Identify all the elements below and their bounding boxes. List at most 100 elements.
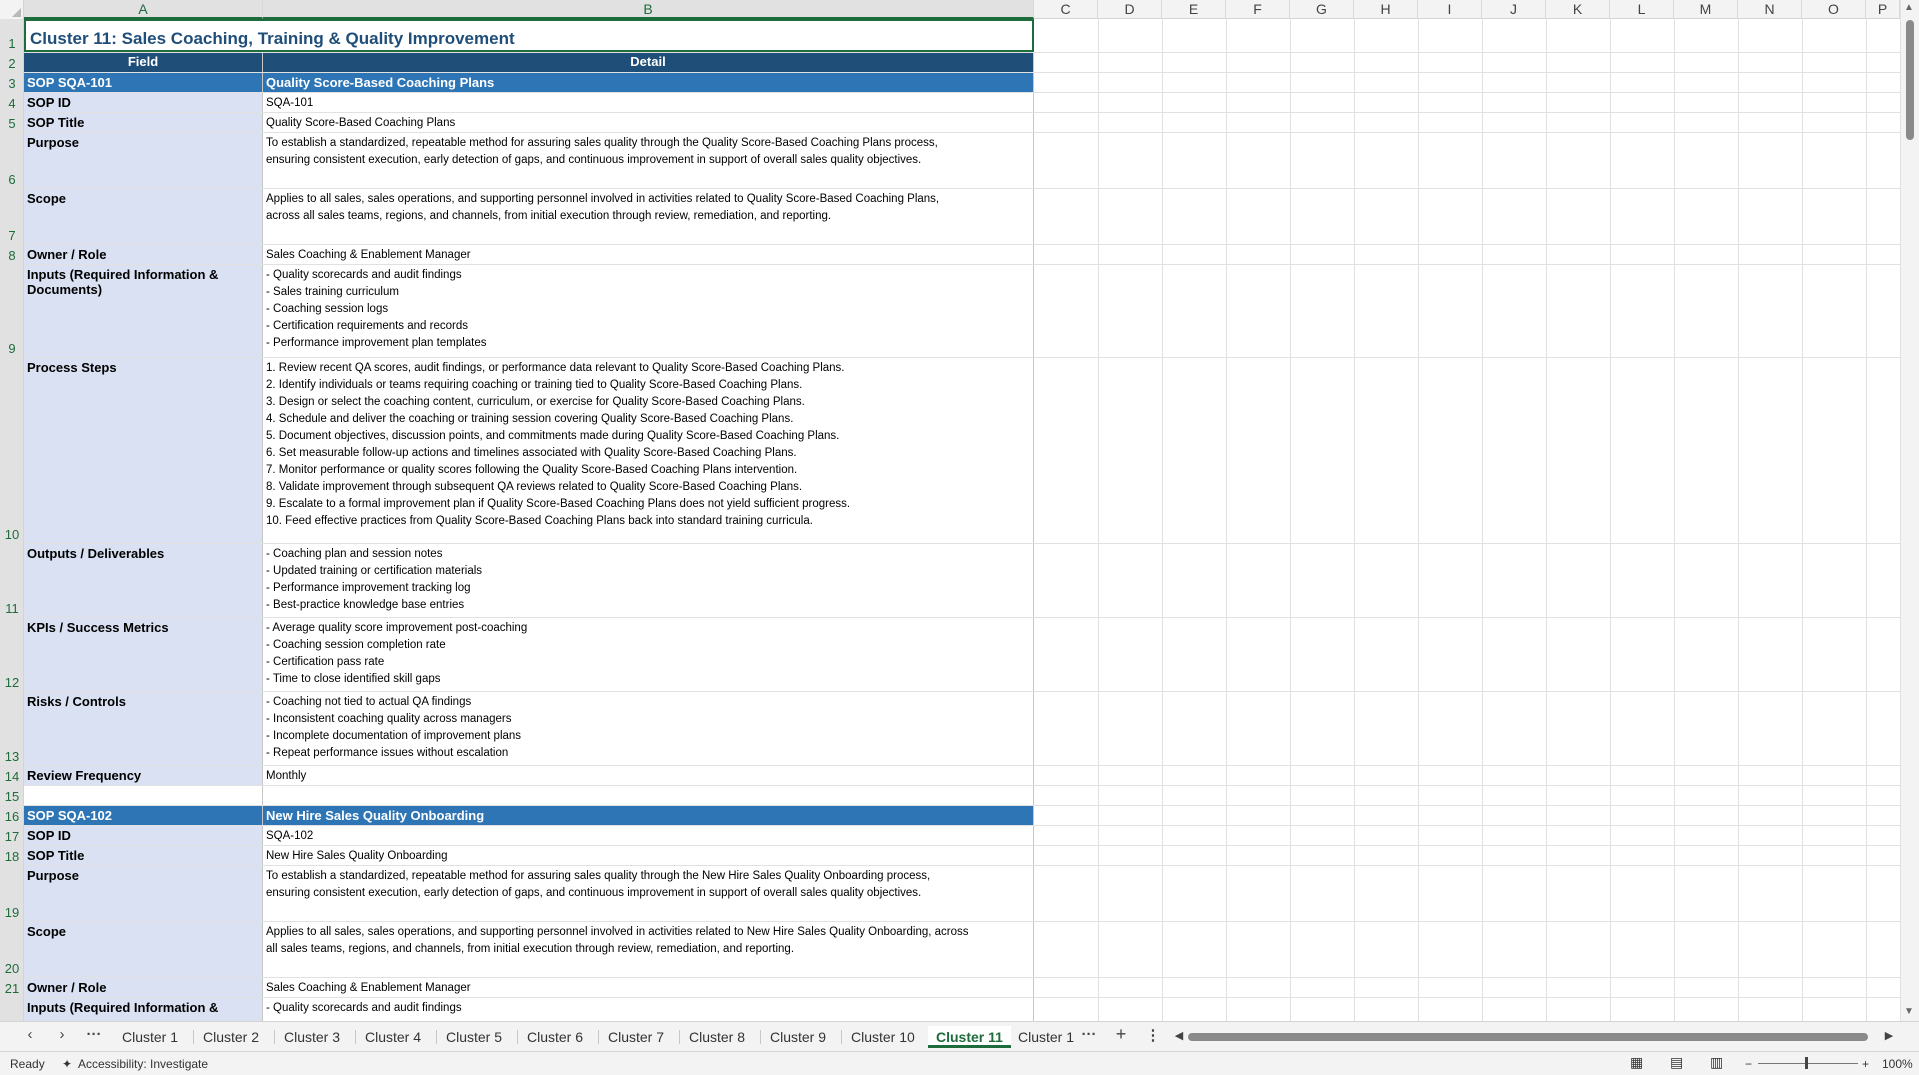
label-cell[interactable]: Purpose	[24, 866, 263, 921]
column-header-j[interactable]: J	[1482, 0, 1546, 19]
row-header-1[interactable]: 1	[0, 19, 23, 53]
sheet-tab-cluster-9[interactable]: Cluster 9	[762, 1026, 834, 1048]
label-cell[interactable]: Process Steps	[24, 358, 263, 543]
sop-banner-title-cell[interactable]: New Hire Sales Quality Onboarding	[263, 806, 1034, 825]
value-cell[interactable]: To establish a standardized, repeatable …	[263, 133, 1034, 188]
row-header-4[interactable]: 4	[0, 93, 23, 113]
column-header-d[interactable]: D	[1098, 0, 1162, 19]
row-header-19[interactable]: 19	[0, 866, 23, 922]
header-field-cell[interactable]: Field	[24, 53, 263, 72]
value-cell[interactable]: - Coaching plan and session notes - Upda…	[263, 544, 1034, 617]
row-header-7[interactable]: 7	[0, 189, 23, 245]
row-header-16[interactable]: 16	[0, 806, 23, 826]
row-header-14[interactable]: 14	[0, 766, 23, 786]
column-header-g[interactable]: G	[1290, 0, 1354, 19]
row-header-12[interactable]: 12	[0, 618, 23, 692]
sheet-options-icon[interactable]: ⋮	[1140, 1026, 1166, 1044]
row-header-21[interactable]: 21	[0, 978, 23, 998]
value-cell[interactable]: Applies to all sales, sales operations, …	[263, 189, 1034, 244]
label-cell[interactable]: Risks / Controls	[24, 692, 263, 765]
column-header-l[interactable]: L	[1610, 0, 1674, 19]
label-cell[interactable]: SOP Title	[24, 113, 263, 132]
value-cell[interactable]: Quality Score-Based Coaching Plans	[263, 113, 1034, 132]
sop-banner-title-cell[interactable]: Quality Score-Based Coaching Plans	[263, 73, 1034, 92]
label-cell[interactable]: Purpose	[24, 133, 263, 188]
column-header-o[interactable]: O	[1802, 0, 1866, 19]
value-cell[interactable]: Sales Coaching & Enablement Manager	[263, 245, 1034, 264]
scroll-up-arrow-icon[interactable]: ▲	[1904, 2, 1914, 13]
sheet-tab-cluster-1[interactable]: Cluster 1	[114, 1026, 186, 1048]
value-cell[interactable]: - Coaching not tied to actual QA finding…	[263, 692, 1034, 765]
value-cell[interactable]: To establish a standardized, repeatable …	[263, 866, 1034, 921]
row-header-22[interactable]: 22	[0, 998, 23, 1021]
row-header-2[interactable]: 2	[0, 53, 23, 73]
label-cell[interactable]: Inputs (Required Information &	[24, 998, 263, 1021]
label-cell[interactable]: Owner / Role	[24, 978, 263, 997]
sheet-tab-cluster-6[interactable]: Cluster 6	[519, 1026, 591, 1048]
zoom-slider-thumb[interactable]	[1805, 1057, 1808, 1069]
sheet-tab-cluster-2[interactable]: Cluster 2	[195, 1026, 267, 1048]
sheet-tab-cluster-5[interactable]: Cluster 5	[438, 1026, 510, 1048]
column-header-a[interactable]: A	[24, 0, 263, 19]
row-header-18[interactable]: 18	[0, 846, 23, 866]
vertical-scrollbar[interactable]: ▲ ▼	[1900, 0, 1919, 1021]
sop-banner-id-cell[interactable]: SOP SQA-101	[24, 73, 263, 92]
accessibility-icon[interactable]: ✦	[62, 1057, 72, 1071]
column-header-e[interactable]: E	[1162, 0, 1226, 19]
sheet-tab-cluster-10[interactable]: Cluster 10	[843, 1026, 923, 1048]
sheet-tab-cluster-8[interactable]: Cluster 8	[681, 1026, 753, 1048]
label-cell[interactable]: SOP Title	[24, 846, 263, 865]
zoom-level[interactable]: 100%	[1882, 1057, 1913, 1071]
more-sheets-left-icon[interactable]: ···	[81, 1026, 107, 1043]
column-header-f[interactable]: F	[1226, 0, 1290, 19]
row-header-17[interactable]: 17	[0, 826, 23, 846]
column-header-b[interactable]: B	[263, 0, 1034, 19]
sheet-tab-cluster-1-duplicate[interactable]: Cluster 1	[1010, 1026, 1082, 1048]
value-cell[interactable]: - Quality scorecards and audit findings	[263, 998, 1034, 1021]
zoom-out-icon[interactable]: −	[1745, 1057, 1752, 1071]
value-cell[interactable]: 1. Review recent QA scores, audit findin…	[263, 358, 1034, 543]
cell-grid[interactable]: Cluster 11: Sales Coaching, Training & Q…	[24, 19, 1900, 1021]
sheet-tab-cluster-11[interactable]: Cluster 11	[928, 1026, 1011, 1048]
label-cell[interactable]: SOP ID	[24, 826, 263, 845]
page-break-preview-icon[interactable]: ▥	[1710, 1054, 1723, 1071]
select-all-corner[interactable]	[0, 0, 24, 19]
header-detail-cell[interactable]: Detail	[263, 53, 1034, 72]
row-header-9[interactable]: 9	[0, 265, 23, 358]
column-header-h[interactable]: H	[1354, 0, 1418, 19]
row-header-8[interactable]: 8	[0, 245, 23, 265]
column-header-i[interactable]: I	[1418, 0, 1482, 19]
accessibility-status[interactable]: Accessibility: Investigate	[78, 1057, 208, 1071]
sheet-tab-cluster-3[interactable]: Cluster 3	[276, 1026, 348, 1048]
vertical-scroll-thumb[interactable]	[1906, 20, 1914, 140]
value-cell[interactable]: Applies to all sales, sales operations, …	[263, 922, 1034, 977]
prev-sheet-arrow-icon[interactable]: ‹	[17, 1026, 43, 1043]
column-header-n[interactable]: N	[1738, 0, 1802, 19]
row-header-20[interactable]: 20	[0, 922, 23, 978]
horizontal-scrollbar[interactable]	[1188, 1032, 1868, 1042]
scroll-right-arrow-icon[interactable]: ▶	[1876, 1029, 1902, 1042]
value-cell[interactable]: SQA-102	[263, 826, 1034, 845]
next-sheet-arrow-icon[interactable]: ›	[49, 1026, 75, 1043]
label-cell[interactable]: Scope	[24, 922, 263, 977]
label-cell[interactable]: SOP ID	[24, 93, 263, 112]
zoom-slider-track[interactable]	[1758, 1063, 1858, 1064]
empty-cell[interactable]	[263, 786, 1034, 805]
row-header-5[interactable]: 5	[0, 113, 23, 133]
row-header-11[interactable]: 11	[0, 544, 23, 618]
value-cell[interactable]: - Quality scorecards and audit findings …	[263, 265, 1034, 357]
value-cell[interactable]: Sales Coaching & Enablement Manager	[263, 978, 1034, 997]
column-header-k[interactable]: K	[1546, 0, 1610, 19]
label-cell[interactable]: KPIs / Success Metrics	[24, 618, 263, 691]
sop-banner-id-cell[interactable]: SOP SQA-102	[24, 806, 263, 825]
value-cell[interactable]: SQA-101	[263, 93, 1034, 112]
column-header-p[interactable]: P	[1866, 0, 1900, 19]
label-cell[interactable]: Scope	[24, 189, 263, 244]
label-cell[interactable]: Review Frequency	[24, 766, 263, 785]
label-cell[interactable]: Owner / Role	[24, 245, 263, 264]
row-header-15[interactable]: 15	[0, 786, 23, 806]
row-header-10[interactable]: 10	[0, 358, 23, 544]
label-cell[interactable]: Inputs (Required Information & Documents…	[24, 265, 263, 357]
value-cell[interactable]: - Average quality score improvement post…	[263, 618, 1034, 691]
scroll-down-arrow-icon[interactable]: ▼	[1904, 1006, 1914, 1017]
